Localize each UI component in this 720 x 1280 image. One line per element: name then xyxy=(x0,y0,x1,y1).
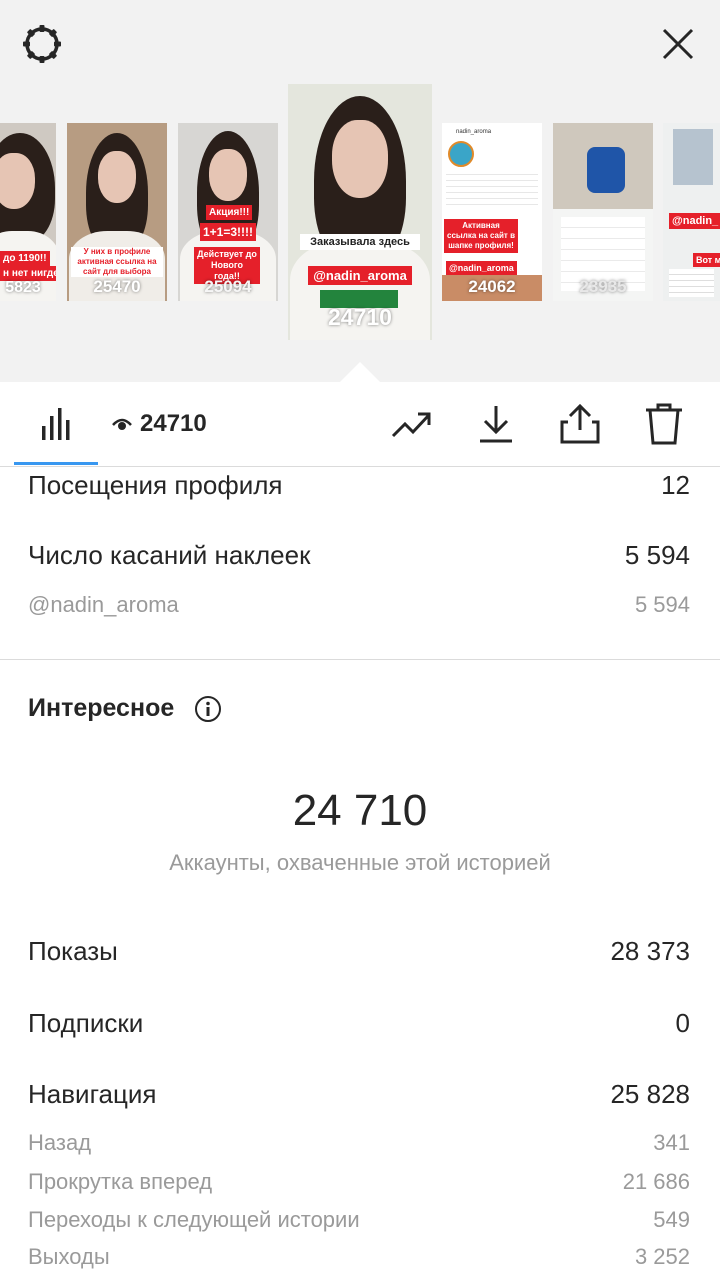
next-story-row: Переходы к следующей истории 549 xyxy=(28,1207,690,1233)
story-views: 25470 xyxy=(93,277,141,296)
follows-value: 0 xyxy=(675,1008,690,1038)
story-views: 5823 xyxy=(5,279,41,296)
sticker-taps-row: Число касаний наклеек 5 594 xyxy=(28,540,690,571)
story-thumbnail[interactable]: Акция!!! 1+1=3!!!! Действует до Нового г… xyxy=(178,123,278,301)
story-label: Активная ссылка на сайт в шапке профиля! xyxy=(444,219,518,253)
profile-visits-label: Посещения профиля xyxy=(28,470,283,500)
view-count: 24710 xyxy=(112,410,207,438)
reach-label: Аккаунты, охваченные этой историей xyxy=(169,850,551,875)
selected-story-pointer xyxy=(340,362,380,382)
story-caption: У них в профиле активная ссылка на сайт … xyxy=(71,247,163,277)
trash-icon[interactable] xyxy=(642,402,686,446)
sticker-taps-value: 5 594 xyxy=(624,540,690,570)
back-value: 341 xyxy=(653,1130,690,1155)
story-label: @nadin_aroma xyxy=(446,261,517,275)
close-icon[interactable] xyxy=(656,22,700,66)
story-views: 25094 xyxy=(204,277,252,296)
profile-visits-row: Посещения профиля 12 xyxy=(28,470,690,501)
story-profile-avatar xyxy=(448,141,474,167)
forward-row: Прокрутка вперед 21 686 xyxy=(28,1169,690,1195)
story-profile-title: nadin_aroma xyxy=(456,129,492,135)
story-thumbnail[interactable]: 23935 xyxy=(553,123,653,301)
sticker-account-row: @nadin_aroma 5 594 xyxy=(28,592,690,618)
share-icon[interactable] xyxy=(558,402,602,446)
next-story-label: Переходы к следующей истории xyxy=(28,1207,360,1232)
follows-label: Подписки xyxy=(28,1008,144,1038)
download-icon[interactable] xyxy=(474,402,518,446)
story-thumbnail[interactable]: nadin_aroma Активная ссылка на сайт в ша… xyxy=(442,123,542,301)
story-views: 23935 xyxy=(579,277,627,296)
back-row: Назад 341 xyxy=(28,1130,690,1156)
story-caption: Заказывала здесь xyxy=(300,234,420,250)
story-label: Вот м xyxy=(693,253,720,267)
info-icon[interactable] xyxy=(194,695,222,723)
impressions-label: Показы xyxy=(28,936,118,966)
story-product-jar xyxy=(587,147,625,193)
story-label: @nadin_ xyxy=(669,213,720,229)
discovery-title: Интересное xyxy=(28,694,175,722)
navigation-row: Навигация 25 828 xyxy=(28,1079,690,1110)
story-label: Акция!!! xyxy=(206,205,253,220)
story-toolbar: 24710 xyxy=(0,382,720,467)
story-thumbnail[interactable]: @nadin_ Вот м xyxy=(663,123,720,301)
navigation-value: 25 828 xyxy=(610,1079,690,1109)
story-label: 1+1=3!!!! xyxy=(200,223,257,241)
navigation-label: Навигация xyxy=(28,1079,157,1109)
story-label: до 1190!! xyxy=(0,251,50,266)
bar-chart-icon[interactable] xyxy=(36,402,80,446)
story-thumbnail-selected[interactable]: Заказывала здесь @nadin_aroma 24710 xyxy=(288,84,432,340)
next-story-value: 549 xyxy=(653,1207,690,1232)
exits-value: 3 252 xyxy=(634,1244,690,1269)
impressions-row: Показы 28 373 xyxy=(28,936,690,967)
story-thumbnail[interactable]: У них в профиле активная ссылка на сайт … xyxy=(67,123,167,301)
reach-value: 24 710 xyxy=(292,786,428,835)
follows-row: Подписки 0 xyxy=(28,1008,690,1039)
view-count-value: 24710 xyxy=(140,410,207,437)
back-label: Назад xyxy=(28,1130,92,1155)
sticker-taps-label: Число касаний наклеек xyxy=(28,540,311,570)
discovery-header: Интересное xyxy=(28,694,222,723)
section-divider xyxy=(0,659,720,660)
forward-value: 21 686 xyxy=(622,1169,690,1194)
insights-tab-indicator xyxy=(14,462,98,465)
story-carousel: до 1190!! н нет нигде! 5823 У них в проф… xyxy=(0,0,720,382)
story-views: 24710 xyxy=(328,304,392,330)
trend-icon[interactable] xyxy=(390,402,434,446)
forward-label: Прокрутка вперед xyxy=(28,1169,213,1194)
exits-label: Выходы xyxy=(28,1244,110,1269)
sticker-account-value: 5 594 xyxy=(634,592,690,617)
profile-visits-value: 12 xyxy=(661,470,690,500)
story-views: 24062 xyxy=(468,277,516,296)
sticker-account-label: @nadin_aroma xyxy=(28,592,179,617)
gear-icon[interactable] xyxy=(20,22,64,66)
story-label: @nadin_aroma xyxy=(308,266,412,285)
story-thumbnail[interactable]: до 1190!! н нет нигде! 5823 xyxy=(0,123,56,301)
impressions-value: 28 373 xyxy=(610,936,690,966)
eye-icon xyxy=(112,418,132,430)
exits-row: Выходы 3 252 xyxy=(28,1244,690,1270)
